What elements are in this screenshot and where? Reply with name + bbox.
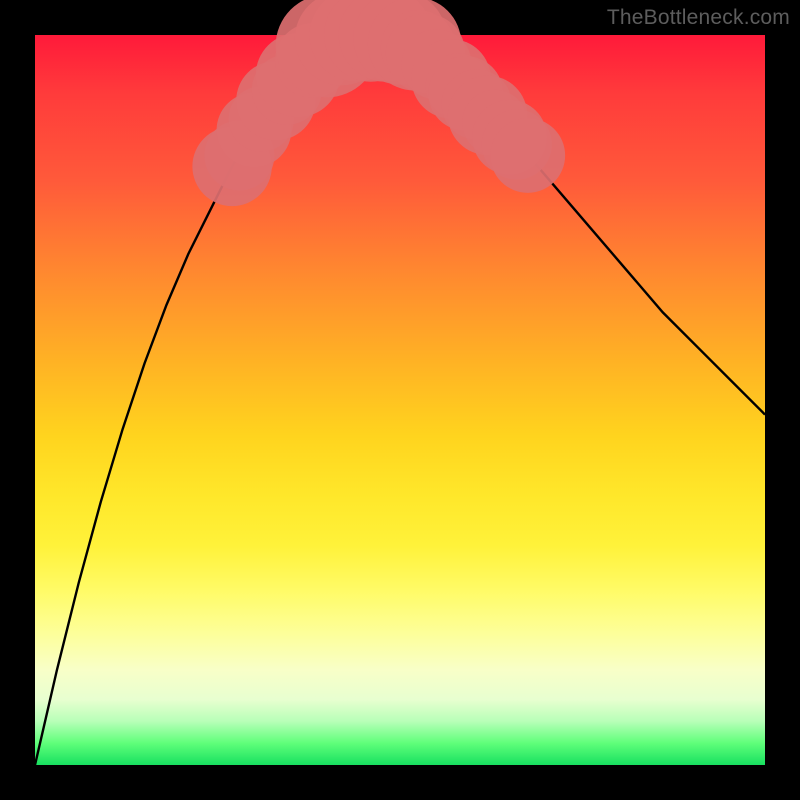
chart-svg — [35, 35, 765, 765]
bottleneck-curve — [35, 35, 765, 765]
marker-dot — [490, 118, 565, 193]
watermark-text: TheBottleneck.com — [607, 6, 790, 30]
markers-layer — [192, 0, 565, 206]
chart-frame: TheBottleneck.com — [0, 0, 800, 800]
plot-area — [35, 35, 765, 765]
curve-layer — [35, 35, 765, 765]
